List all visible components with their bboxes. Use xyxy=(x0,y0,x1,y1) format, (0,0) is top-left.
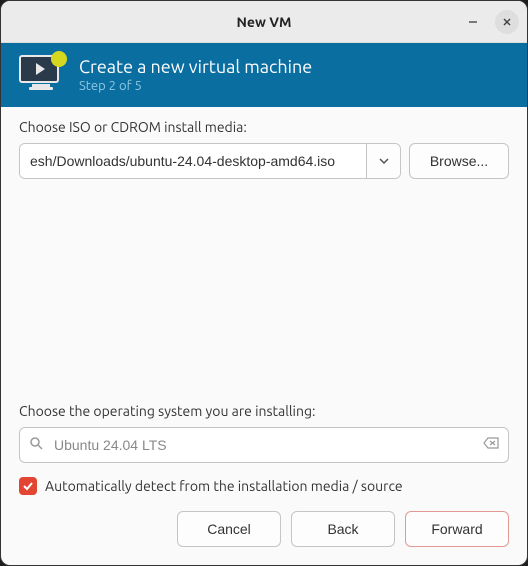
media-label: Choose ISO or CDROM install media: xyxy=(19,119,509,135)
banner-step: Step 2 of 5 xyxy=(79,79,312,93)
checkmark-icon xyxy=(22,480,34,492)
close-icon xyxy=(502,17,512,27)
os-label: Choose the operating system you are inst… xyxy=(19,403,509,419)
titlebar: New VM xyxy=(1,1,527,43)
autodetect-row: Automatically detect from the installati… xyxy=(19,477,509,495)
new-vm-window: New VM Create a new virtual machine Step… xyxy=(0,0,528,566)
media-row: Browse... xyxy=(19,143,509,179)
minimize-icon xyxy=(468,17,478,27)
banner-title: Create a new virtual machine xyxy=(79,57,312,77)
os-search-input[interactable] xyxy=(19,427,509,463)
back-button[interactable]: Back xyxy=(291,511,395,547)
media-dropdown-button[interactable] xyxy=(366,144,400,178)
wizard-banner: Create a new virtual machine Step 2 of 5 xyxy=(1,43,527,107)
window-title: New VM xyxy=(236,14,291,30)
cancel-button[interactable]: Cancel xyxy=(177,511,281,547)
search-icon xyxy=(29,436,43,454)
clear-input-icon[interactable] xyxy=(483,436,499,454)
browse-button[interactable]: Browse... xyxy=(409,143,509,179)
autodetect-checkbox[interactable] xyxy=(19,477,37,495)
close-button[interactable] xyxy=(495,10,519,34)
banner-text: Create a new virtual machine Step 2 of 5 xyxy=(79,57,312,93)
os-section: Choose the operating system you are inst… xyxy=(19,403,509,511)
forward-button[interactable]: Forward xyxy=(405,511,509,547)
window-controls xyxy=(461,10,519,34)
os-search-wrap xyxy=(19,427,509,463)
minimize-button[interactable] xyxy=(461,10,485,34)
media-path-input[interactable] xyxy=(20,144,366,178)
media-combo xyxy=(19,143,401,179)
chevron-down-icon xyxy=(378,155,390,167)
spacer xyxy=(19,179,509,395)
content-area: Choose ISO or CDROM install media: Brows… xyxy=(1,107,527,511)
autodetect-label: Automatically detect from the installati… xyxy=(45,478,403,494)
vm-monitor-icon xyxy=(19,55,63,95)
footer-buttons: Cancel Back Forward xyxy=(1,511,527,565)
